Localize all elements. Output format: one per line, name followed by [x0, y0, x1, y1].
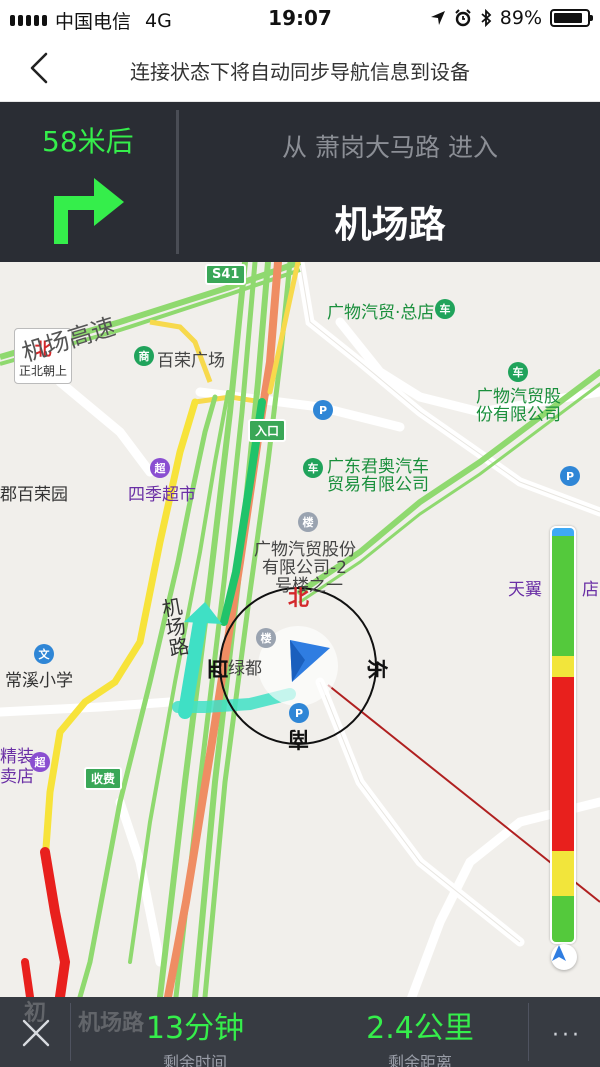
status-bar: 中国电信 4G 19:07 89%: [0, 0, 600, 36]
parking-icon-3: P: [289, 703, 309, 723]
guidance-divider: [176, 110, 179, 254]
map-poi-car-icon-3: 车: [303, 458, 323, 478]
traffic-segment: [552, 896, 574, 942]
traffic-segment: [552, 850, 574, 897]
map-label-lvdu: 绿都: [228, 659, 262, 679]
navigation-arrow-icon: [552, 945, 566, 961]
parking-icon: P: [313, 400, 333, 420]
bottom-divider-left: [70, 1003, 71, 1061]
map-poi-plaza-icon: 商: [134, 346, 154, 366]
map-label-guangwu-gufen-2: 份有限公司: [476, 405, 561, 425]
traffic-segment: [552, 536, 574, 657]
map-label-junao-2: 贸易有限公司: [327, 475, 429, 495]
map-label-guangwu-2-3: 号楼之一: [275, 576, 343, 596]
traffic-segment: [552, 656, 574, 677]
navigation-screen: 中国电信 4G 19:07 89% 连接状态下将自动同步导航信息到设备 58米后…: [0, 0, 600, 1067]
remaining-distance-value: 2.4公里: [366, 1011, 474, 1046]
remaining-time-block: 13分钟 剩余时间: [110, 1003, 280, 1067]
entry-road-text: 从 萧岗大马路 进入: [282, 133, 498, 162]
car-position-arrow-icon: [286, 640, 330, 684]
next-road-name: 机场路: [334, 203, 446, 246]
north-up-text: 正北朝上: [18, 364, 67, 378]
turn-distance: 58米后: [42, 125, 134, 158]
map-poi-car-icon: 车: [435, 299, 455, 319]
map-label-chu: 初: [24, 1001, 47, 1026]
battery-percent: 89%: [499, 7, 542, 29]
parking-icon-2: P: [560, 466, 580, 486]
compass-east-label: 东: [364, 658, 389, 680]
bluetooth-icon: [481, 9, 492, 27]
location-arrow-icon: [430, 11, 445, 25]
highway-shield: S41: [205, 264, 247, 285]
traffic-segment: [552, 677, 574, 851]
more-options-button[interactable]: ···: [552, 1023, 582, 1048]
map-poi-car-icon-2: 车: [508, 362, 528, 382]
map-label-bairong-yuan: 郡百荣园: [0, 485, 68, 505]
locate-me-button[interactable]: [551, 944, 577, 970]
status-right: 89%: [430, 7, 593, 29]
map-label-siji-market: 四季超市: [128, 485, 196, 505]
map-label-changxi-school: 常溪小学: [5, 671, 73, 691]
map-label-bairong-plaza: 百荣广场: [157, 351, 225, 371]
sync-hint-title: 连接状态下将自动同步导航信息到设备: [130, 60, 470, 84]
traffic-segment: [552, 528, 574, 537]
map-label-tianyi-dian: 店: [582, 580, 599, 600]
map-view[interactable]: 北 正北朝上 S41 入口 收费 广物汽贸·总店 车 机场高速 商 百荣广场 车…: [0, 262, 600, 997]
remaining-time-value: 13分钟: [145, 1011, 245, 1046]
map-label-deco-2: 卖店: [0, 767, 34, 787]
nav-header: 连接状态下将自动同步导航信息到设备: [0, 36, 600, 102]
alarm-icon: [455, 9, 471, 27]
remaining-distance-block: 2.4公里 剩余距离: [330, 1003, 510, 1067]
compass-north-label: 北: [288, 586, 309, 610]
remaining-time-label: 剩余时间: [162, 1053, 227, 1067]
remaining-distance-label: 剩余距离: [387, 1053, 452, 1067]
map-poi-building-icon-2: 楼: [256, 628, 276, 648]
map-poi-market-icon: 超: [150, 458, 170, 478]
bottom-divider-right: [528, 1003, 529, 1061]
trip-summary-bar: 初 机场路 13分钟 剩余时间 2.4公里 剩余距离 ···: [0, 997, 600, 1067]
map-label-tianyi: 天翼: [508, 580, 542, 600]
turn-guidance-panel: 58米后 从 萧岗大马路 进入 机场路: [0, 102, 600, 262]
toll-shield: 收费: [84, 767, 123, 790]
map-poi-school-icon: 文: [34, 644, 54, 664]
route-traffic-bar: [550, 526, 576, 944]
compass-south-label: 南: [288, 727, 309, 751]
battery-icon: [550, 9, 593, 27]
entrance-shield: 入口: [248, 419, 287, 442]
turn-right-icon: [54, 178, 124, 244]
map-poi-building-icon: 楼: [298, 512, 318, 532]
compass-west-label: 西: [206, 658, 231, 680]
map-label-guangwu-zongdian: 广物汽贸·总店: [327, 303, 435, 323]
